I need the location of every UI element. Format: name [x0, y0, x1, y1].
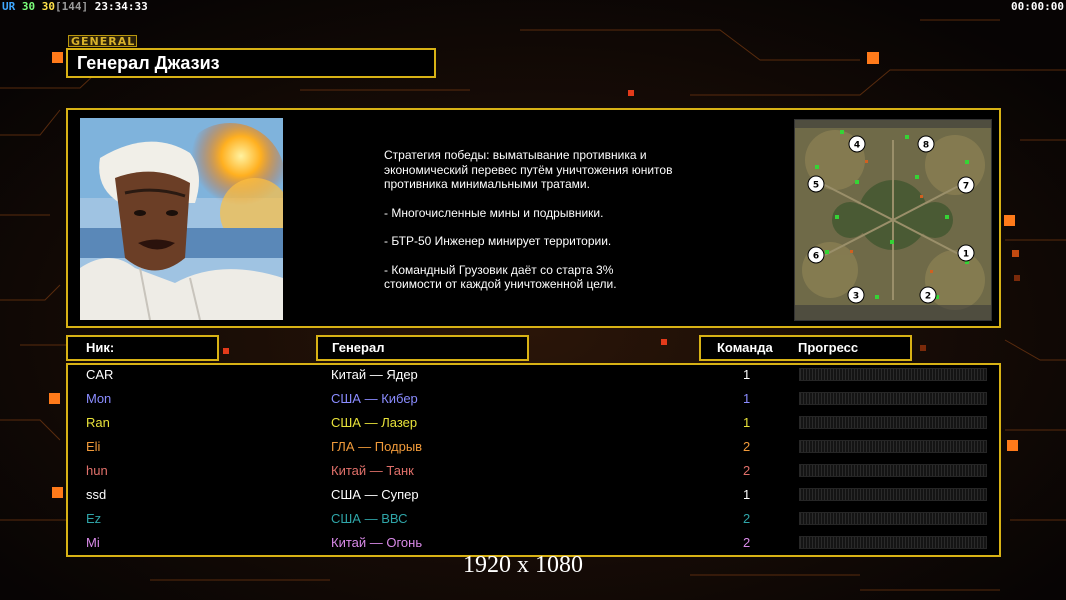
spawn-marker[interactable]: 2	[919, 286, 937, 304]
minimap[interactable]: 4 8 5 7 6 1 3 2	[794, 119, 992, 321]
player-team: 1	[743, 415, 751, 430]
hud-prefix: UR	[2, 0, 16, 13]
player-team: 2	[743, 463, 751, 478]
spawn-marker[interactable]: 5	[807, 175, 825, 193]
svg-text:7: 7	[963, 182, 969, 192]
player-nick: Eli	[86, 439, 101, 454]
hud-value-2: 30	[41, 0, 55, 13]
svg-text:2: 2	[925, 292, 931, 302]
player-general: ГЛА — Подрыв	[331, 439, 423, 454]
player-row: CAR Китай — Ядер 1	[66, 364, 1001, 388]
svg-text:5: 5	[813, 181, 819, 191]
general-name-title: Генерал Джазиз	[66, 48, 436, 78]
player-nick: Ez	[86, 511, 102, 526]
spawn-marker[interactable]: 4	[848, 135, 866, 153]
player-row: Mon США — Кибер 1	[66, 388, 1001, 412]
svg-text:3: 3	[853, 292, 859, 302]
player-general: США — ВВС	[331, 511, 408, 526]
progress-bar	[799, 464, 987, 477]
progress-bar	[799, 488, 987, 501]
svg-text:1: 1	[963, 250, 969, 260]
progress-bar	[799, 392, 987, 405]
player-general: Китай — Огонь	[331, 535, 423, 550]
general-tag: GENERAL	[68, 35, 137, 48]
player-row: Ran США — Лазер 1	[66, 412, 1001, 436]
hud-timer: 00:00:00	[1011, 0, 1064, 13]
spawn-marker[interactable]: 1	[957, 244, 975, 262]
hud-clock: 23:34:33	[94, 0, 148, 13]
spawn-marker[interactable]: 7	[957, 176, 975, 194]
progress-bar	[799, 512, 987, 525]
svg-text:8: 8	[923, 141, 929, 151]
player-row: hun Китай — Танк 2	[66, 460, 1001, 484]
player-general: США — Лазер	[331, 415, 418, 430]
player-nick: Ran	[86, 415, 110, 430]
player-nick: CAR	[86, 367, 114, 382]
spawn-marker[interactable]: 3	[847, 286, 865, 304]
player-team: 2	[743, 511, 751, 526]
player-general: Китай — Танк	[331, 463, 414, 478]
player-nick: ssd	[86, 487, 107, 502]
progress-bar	[799, 536, 987, 549]
description-line: Стратегия победы: выматывание противника…	[384, 148, 673, 191]
player-team: 1	[743, 487, 751, 502]
svg-text:4: 4	[854, 141, 860, 151]
player-row: Ez США — ВВС 2	[66, 508, 1001, 532]
general-description: Стратегия победы: выматывание противника…	[384, 148, 714, 306]
resolution-caption: 1920 x 1080	[463, 552, 583, 578]
player-team: 1	[743, 367, 751, 382]
player-row: Eli ГЛА — Подрыв 2	[66, 436, 1001, 460]
progress-bar	[799, 416, 987, 429]
spawn-marker[interactable]: 8	[917, 135, 935, 153]
header-progress: Прогресс	[798, 340, 859, 355]
player-nick: Mi	[86, 535, 100, 550]
description-line: - БТР-50 Инженер минирует территории.	[384, 234, 612, 248]
player-team: 1	[743, 391, 751, 406]
progress-bar	[799, 368, 987, 381]
player-nick: Mon	[86, 391, 112, 406]
player-general: США — Супер	[331, 487, 419, 502]
description-line: - Многочисленные мины и подрывники.	[384, 205, 604, 220]
progress-bar	[799, 440, 987, 453]
player-team: 2	[743, 535, 751, 550]
hud-value-1: 30	[21, 0, 36, 13]
player-nick: hun	[86, 463, 108, 478]
description-line: - Командный Грузовик даёт со старта 3% с…	[384, 262, 617, 292]
header-general: Генерал	[316, 335, 529, 361]
header-nick: Ник:	[66, 335, 219, 361]
player-general: Китай — Ядер	[331, 367, 418, 382]
spawn-marker[interactable]: 6	[807, 246, 825, 264]
hud-value-3: [144]	[55, 0, 89, 13]
hud-status: UR 30 30[144] 23:34:33	[2, 0, 148, 13]
general-portrait	[80, 118, 283, 320]
player-general: США — Кибер	[331, 391, 418, 406]
header-team-progress: Команда Прогресс	[699, 335, 912, 361]
header-team: Команда	[717, 340, 773, 355]
player-team: 2	[743, 439, 751, 454]
player-row: ssd США — Супер 1	[66, 484, 1001, 508]
svg-text:6: 6	[813, 252, 819, 262]
